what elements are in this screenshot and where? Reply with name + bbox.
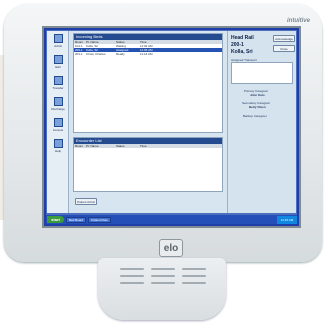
sidebar-item-label: Help: [54, 149, 62, 153]
clock: 11:15 AM: [277, 215, 297, 224]
patient-name: Kolla, Sri: [231, 49, 253, 55]
unit-title: Head Rail: [231, 35, 254, 41]
secondary-caregiver-name: Betty Olsen: [249, 105, 266, 109]
edit-icon: [53, 55, 63, 64]
screen: Admit Edit Transfer Discharge Census Hel…: [42, 26, 301, 228]
stand-vents: [120, 268, 206, 292]
taskbar-item[interactable]: Bed Board: [66, 216, 87, 223]
sidebar-item-transfer[interactable]: Transfer: [50, 76, 66, 93]
patient-admit-button[interactable]: Patient Admit: [75, 198, 97, 205]
sidebar-item-label: Transfer: [52, 86, 64, 90]
sidebar-item-label: Admit: [54, 44, 62, 48]
discharge-icon: [53, 97, 63, 106]
bed-number: 200-1: [231, 42, 244, 48]
incoming-beds-pane: Incoming Beds Room Pt. Name Status Time …: [73, 33, 223, 133]
close-button[interactable]: Close: [273, 45, 295, 52]
table-row[interactable]: 201-1 Chow, Charles Ready 11:14 AM: [74, 52, 222, 56]
start-button[interactable]: start: [47, 216, 64, 223]
sidebar-item-label: Edit: [55, 65, 61, 69]
column-header-row: Room Pt. Name Status Time: [74, 144, 222, 148]
detail-panel: Head Rail 200-1 Kolla, Sri Acknowledge C…: [227, 31, 296, 213]
cell-time: 11:14 AM: [140, 52, 153, 56]
sidebar-item-label: Census: [52, 128, 64, 132]
taskbar: start Bed Board Patient Flow 11:15 AM: [46, 215, 297, 224]
taskbar-item[interactable]: Patient Flow: [88, 216, 111, 223]
acknowledge-button[interactable]: Acknowledge: [273, 35, 295, 42]
assigned-textbox[interactable]: [231, 62, 293, 84]
transfer-icon: [53, 76, 63, 85]
backup-caregiver-label: Backup Caregiver: [243, 114, 267, 118]
column-header: Pt. Name: [86, 144, 99, 148]
sidebar-item-discharge[interactable]: Discharge: [50, 97, 66, 114]
application-window: Admit Edit Transfer Discharge Census Hel…: [47, 31, 296, 213]
cell-room: 201-1: [75, 52, 83, 56]
model-label: intuitive: [286, 18, 310, 24]
census-icon: [53, 118, 63, 127]
primary-caregiver-name: John Kato: [250, 93, 265, 97]
sidebar-item-census[interactable]: Census: [50, 118, 66, 135]
cell-status: Ready: [116, 52, 125, 56]
elo-logo: elo: [159, 239, 183, 257]
sidebar-item-edit[interactable]: Edit: [50, 55, 66, 72]
sidebar-item-label: Discharge: [51, 107, 65, 111]
cell-name: Chow, Charles: [86, 52, 106, 56]
sidebar-item-help[interactable]: Help: [50, 139, 66, 156]
column-header: Time: [140, 144, 147, 148]
desktop: Admit Edit Transfer Discharge Census Hel…: [46, 30, 297, 215]
sidebar-item-admit[interactable]: Admit: [50, 34, 66, 51]
column-header: Room: [75, 144, 84, 148]
sidebar: Admit Edit Transfer Discharge Census Hel…: [47, 31, 69, 213]
admit-icon: [53, 34, 63, 43]
column-header: Status: [116, 144, 125, 148]
encounter-list-pane: Encounter List Room Pt. Name Status Time: [73, 137, 223, 192]
monitor-bezel: intuitive elo Admit Edit Transfer Discha…: [4, 4, 322, 262]
help-icon: [53, 139, 63, 148]
